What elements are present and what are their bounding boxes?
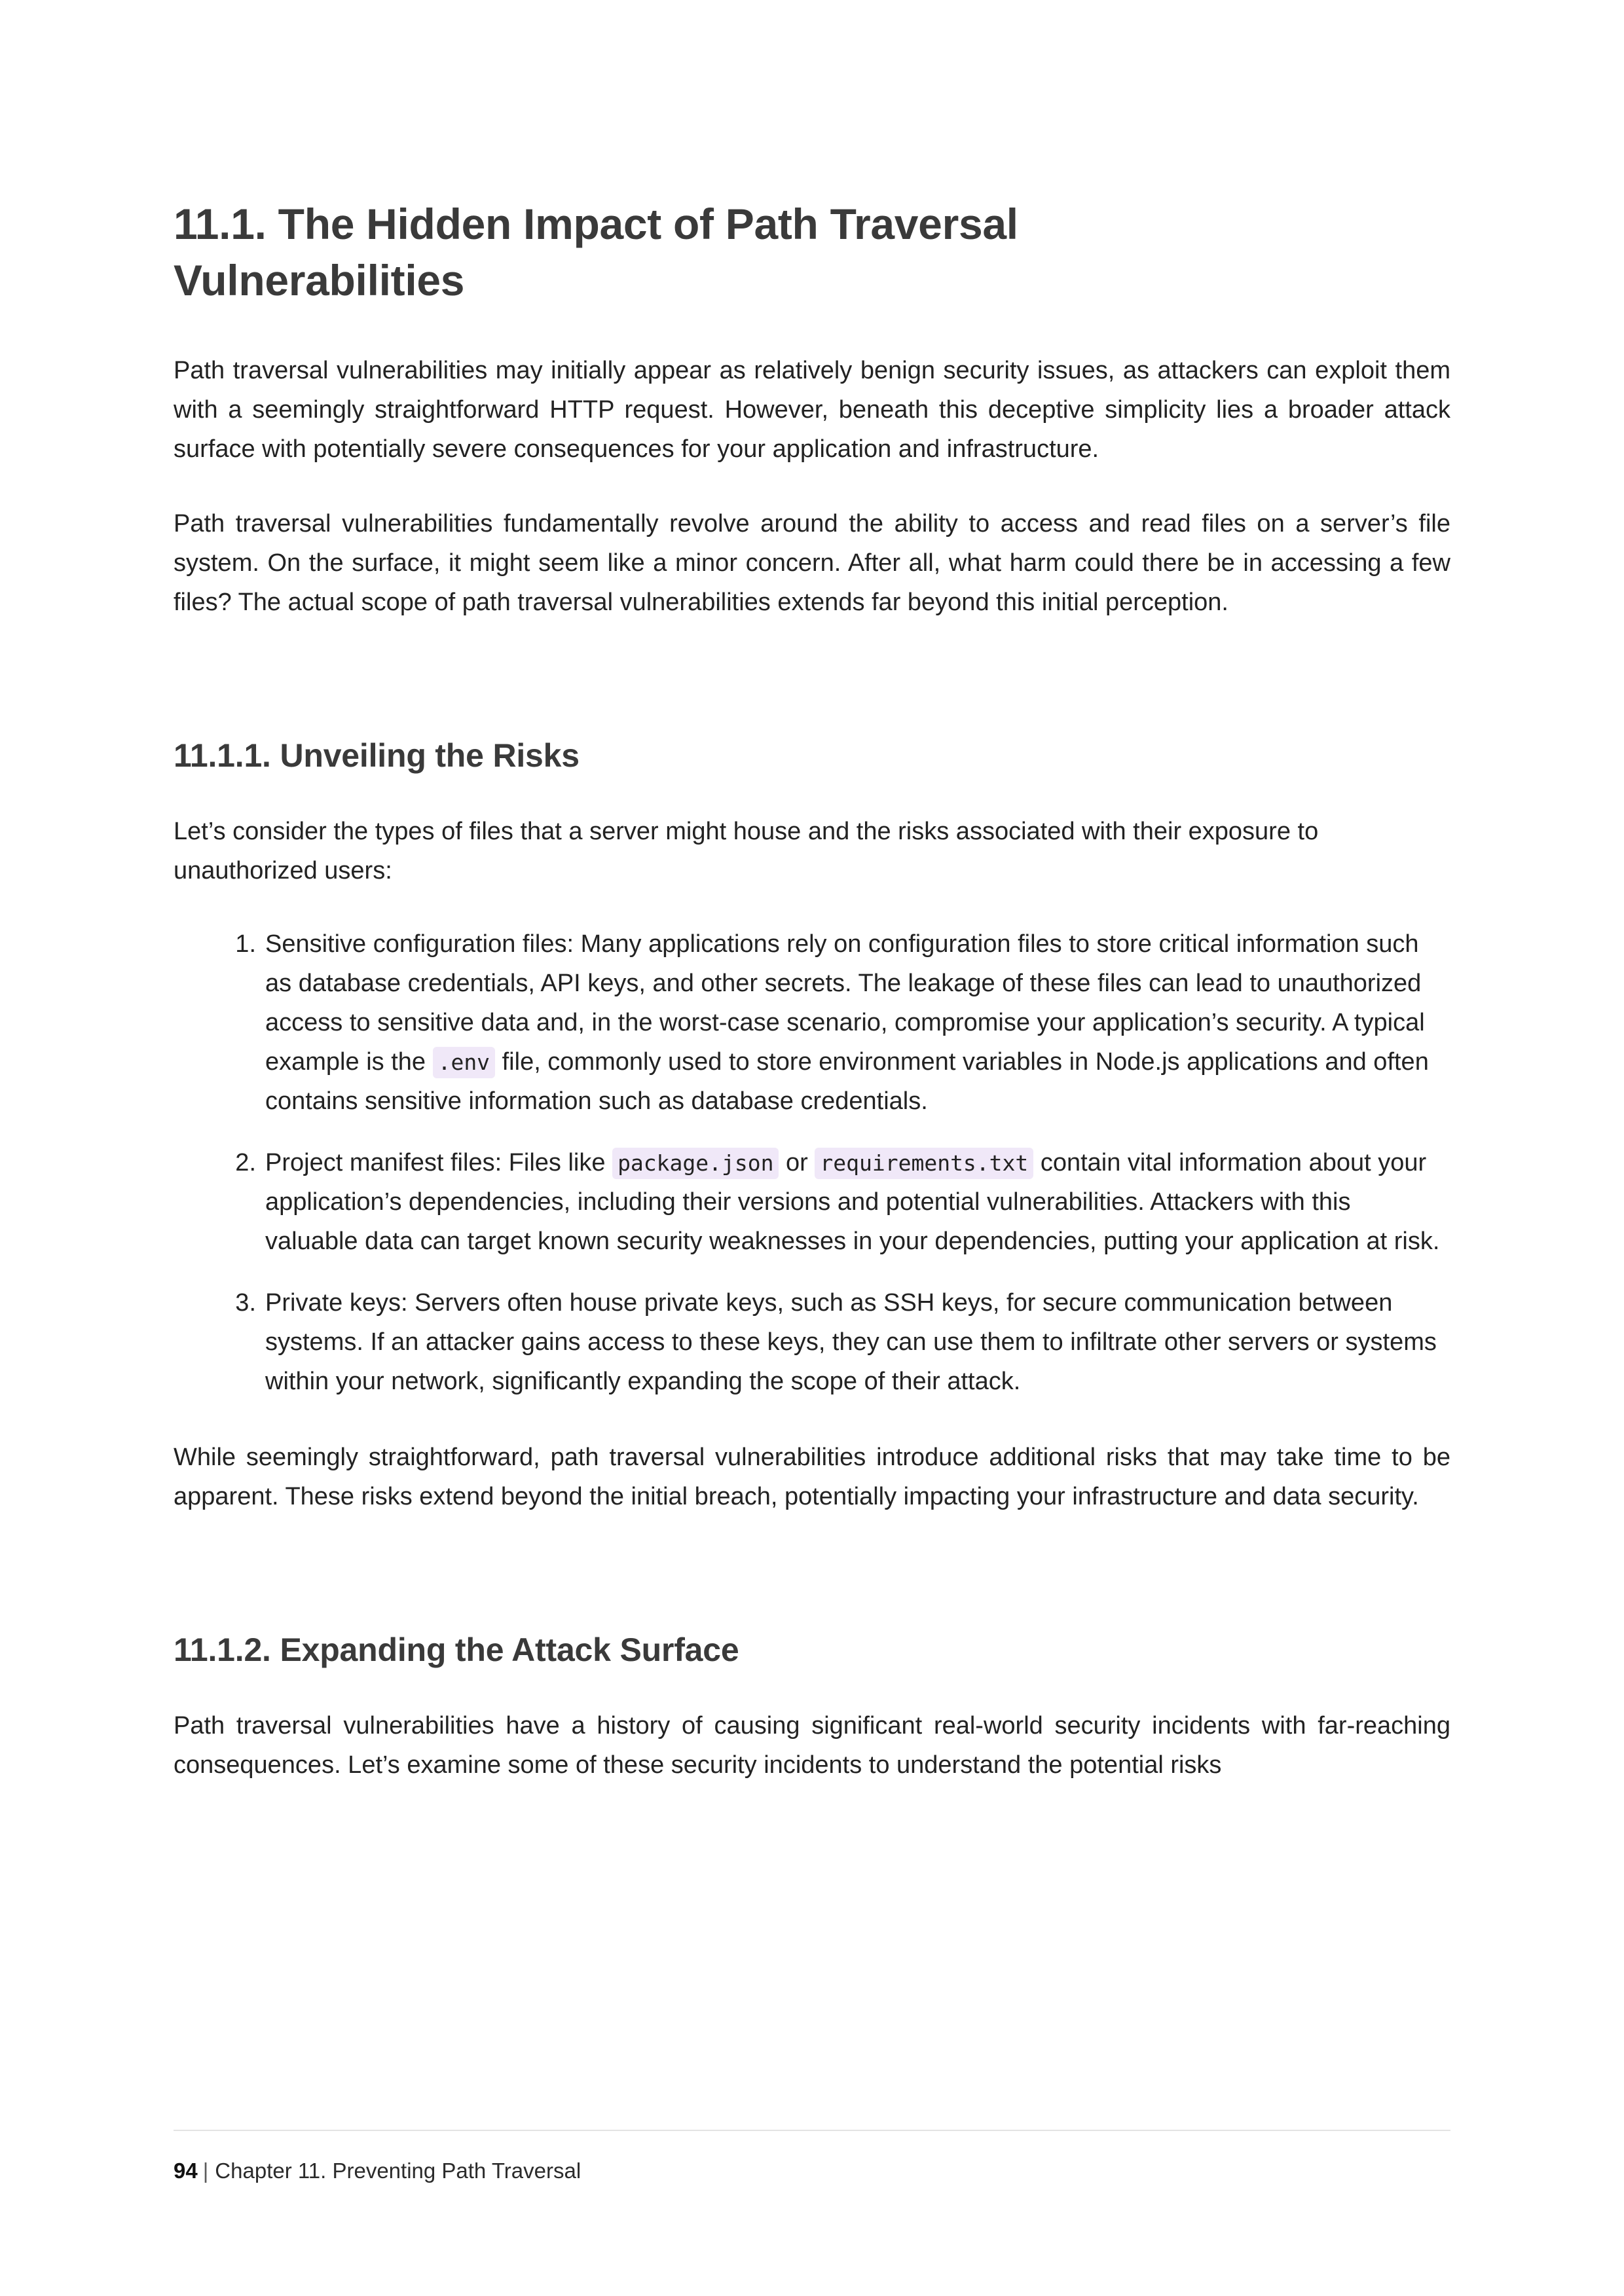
risk-list: Sensitive configuration files: Many appl… bbox=[174, 924, 1450, 1401]
inline-code-dotenv: .env bbox=[432, 1046, 496, 1078]
footer-separator: | bbox=[202, 2158, 209, 2183]
list-item-text-part: Project manifest files: Files like bbox=[265, 1149, 613, 1176]
intro-paragraph-1: Path traversal vulnerabilities may initi… bbox=[174, 356, 1450, 463]
document-page: 11.1. The Hidden Impact of Path Traversa… bbox=[0, 0, 1624, 2296]
list-item: Sensitive configuration files: Many appl… bbox=[225, 924, 1444, 1121]
footer-divider bbox=[174, 2129, 1450, 2131]
page-title: 11.1. The Hidden Impact of Path Traversa… bbox=[174, 200, 1018, 304]
intro-paragraph-2: Path traversal vulnerabilities fundament… bbox=[174, 509, 1450, 616]
list-item: Private keys: Servers often house privat… bbox=[225, 1283, 1444, 1401]
section-heading-unveiling-the-risks: 11.1.1. Unveiling the Risks bbox=[174, 737, 580, 774]
section-spacer-expanding bbox=[174, 1552, 1450, 1629]
inline-code-requirements-txt: requirements.txt bbox=[815, 1148, 1034, 1179]
list-item-text-part: or bbox=[779, 1149, 815, 1176]
footer-text: 94 | Chapter 11. Preventing Path Traversal bbox=[174, 2156, 1450, 2186]
page-content: 11.1. The Hidden Impact of Path Traversa… bbox=[174, 196, 1450, 1785]
list-item: Project manifest files: Files like packa… bbox=[225, 1143, 1444, 1261]
section-spacer-unveiling bbox=[174, 657, 1450, 735]
footer-page-number: 94 bbox=[174, 2158, 198, 2183]
inline-code-package-json: package.json bbox=[612, 1148, 779, 1179]
risk-list-lead-in: Let’s consider the types of files that a… bbox=[174, 817, 1319, 884]
list-item-text-part: Private keys: Servers often house privat… bbox=[265, 1289, 1437, 1396]
unveiling-closing-paragraph: While seemingly straightforward, path tr… bbox=[174, 1444, 1450, 1511]
expanding-paragraph-1: Path traversal vulnerabilities have a hi… bbox=[174, 1712, 1450, 1779]
page-footer: 94 | Chapter 11. Preventing Path Traversal bbox=[174, 2129, 1450, 2186]
footer-chapter-label: Chapter 11. Preventing Path Traversal bbox=[215, 2158, 581, 2183]
section-heading-expanding-the-attack-surface: 11.1.2. Expanding the Attack Surface bbox=[174, 1631, 739, 1669]
